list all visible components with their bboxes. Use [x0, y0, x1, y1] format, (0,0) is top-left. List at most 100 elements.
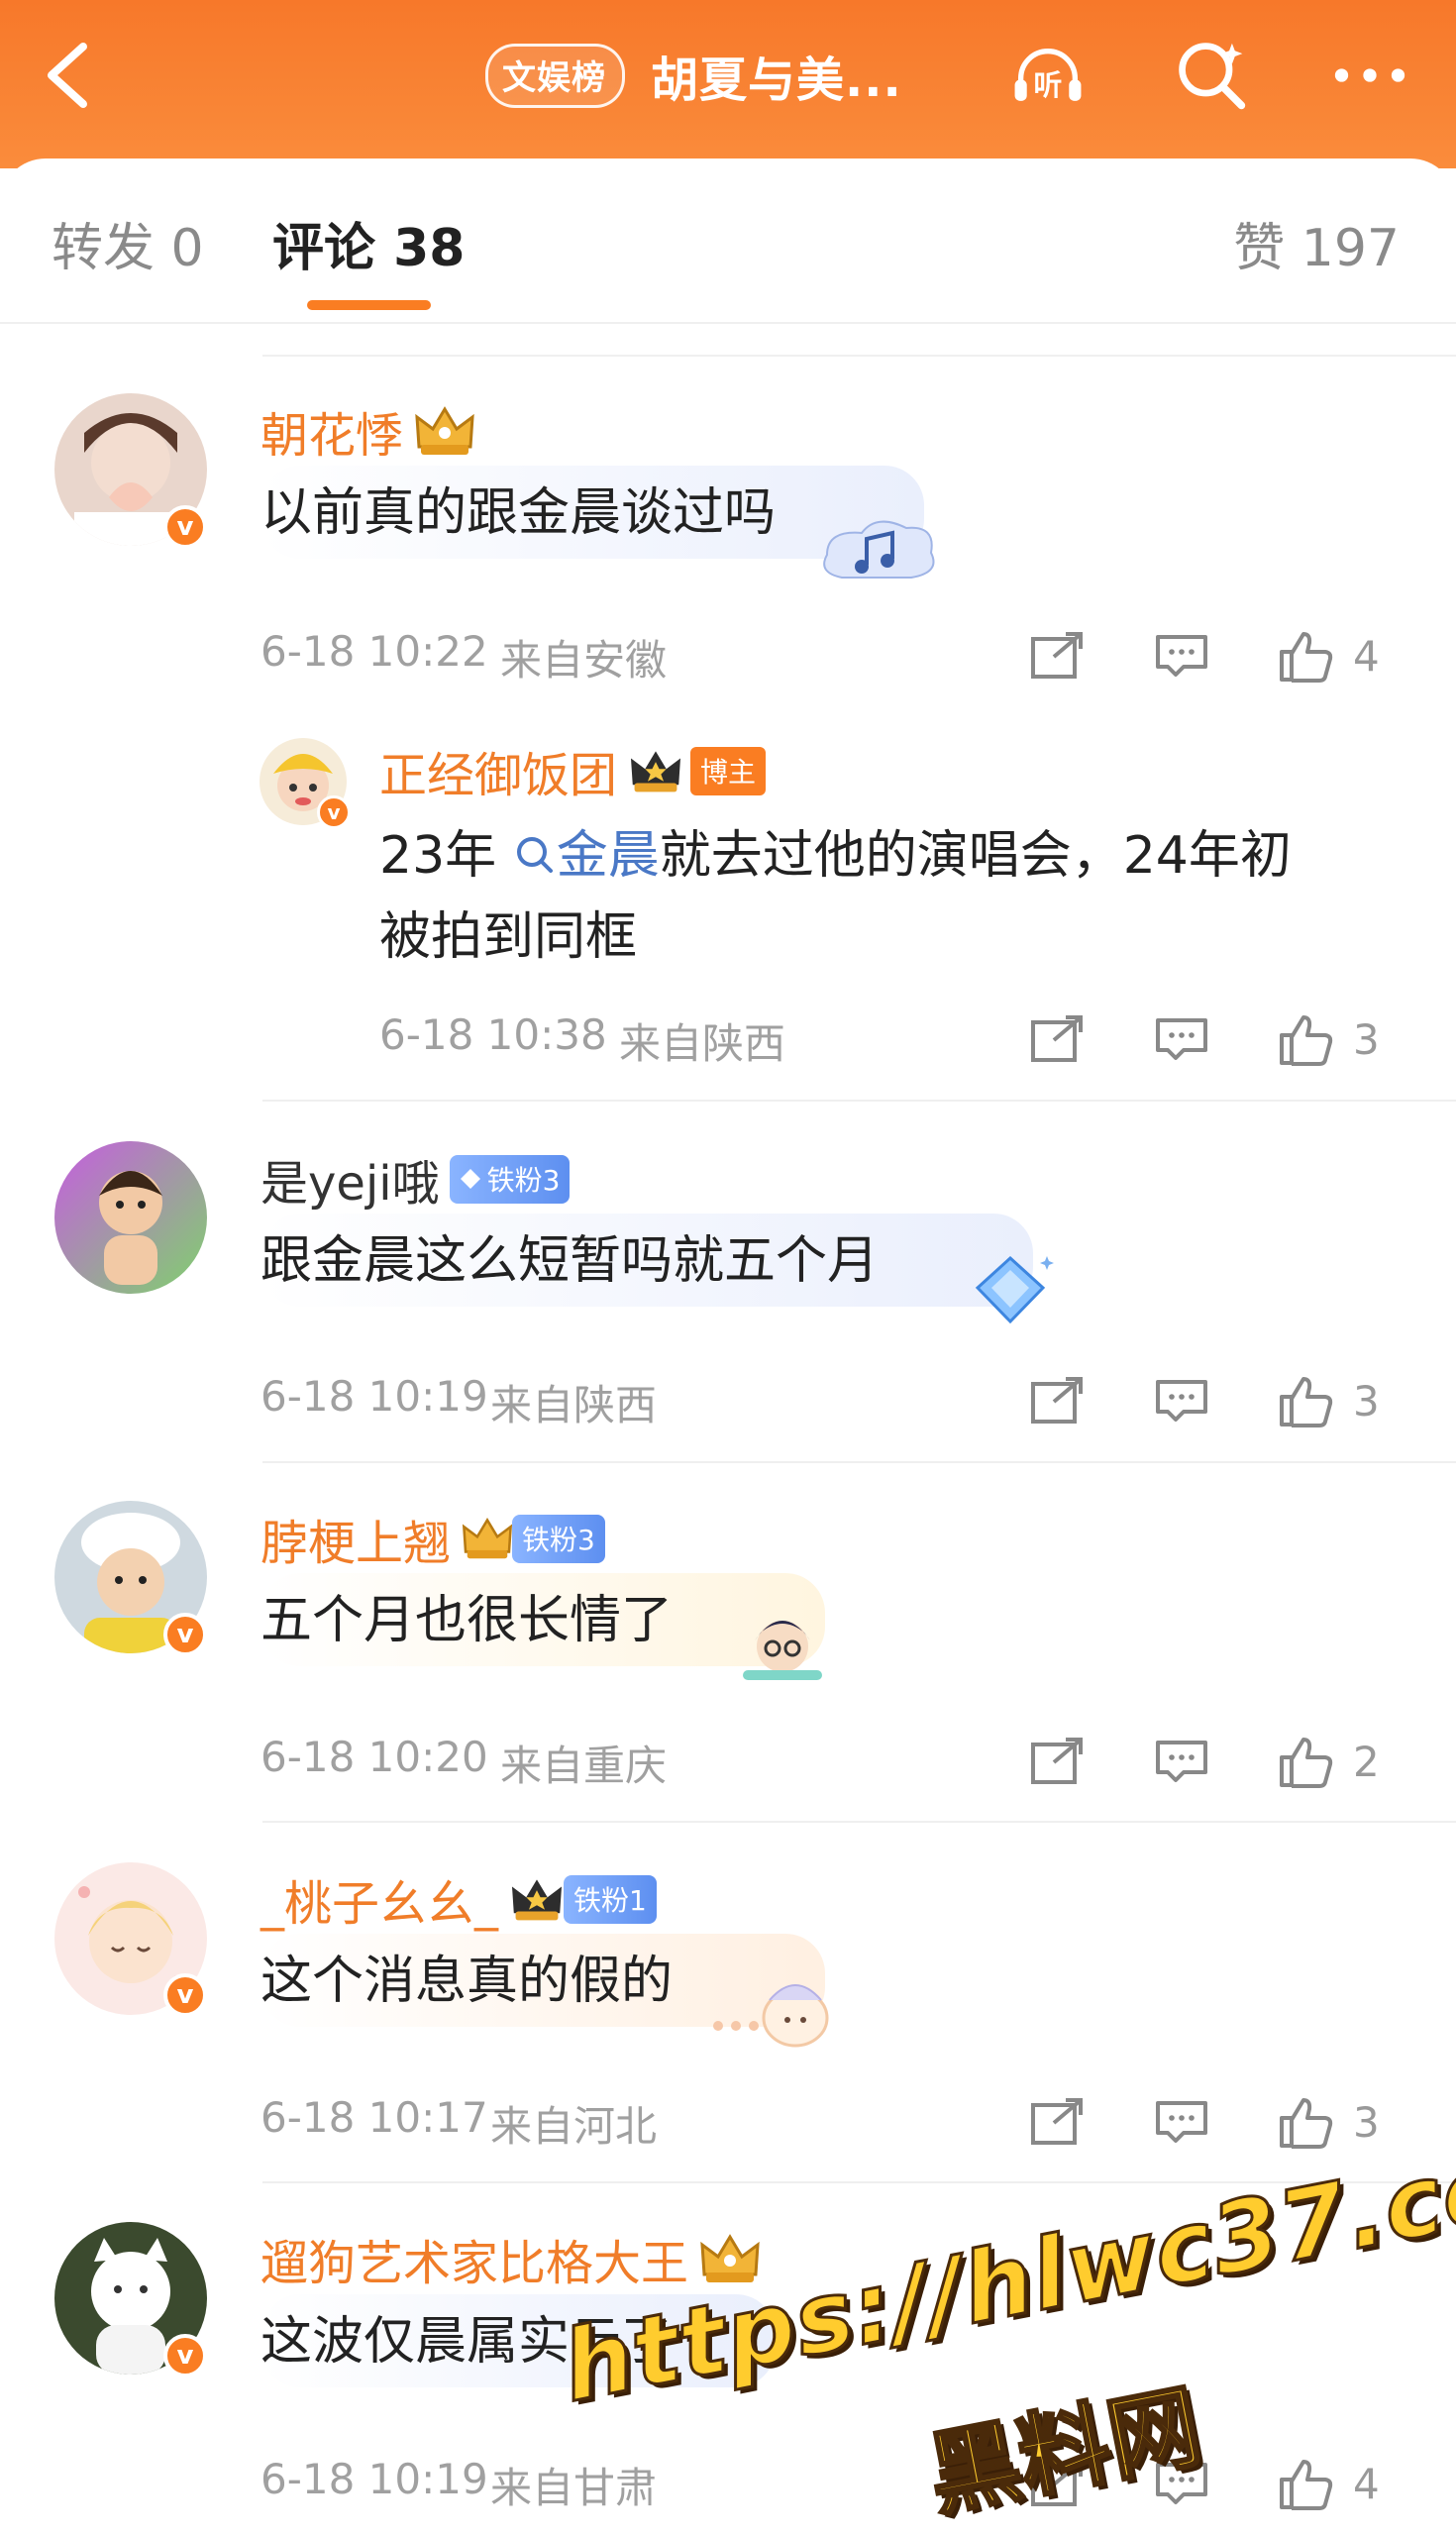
- tab-like[interactable]: 赞 197: [1233, 206, 1400, 280]
- music-note-sticker: [823, 520, 935, 579]
- comment-icon[interactable]: [1154, 1009, 1209, 1069]
- reply-text-part: 23年: [379, 826, 497, 886]
- comment-icon[interactable]: [1154, 626, 1209, 686]
- reply-location: 来自陕西: [619, 1019, 786, 1068]
- author-badge: 博主: [690, 746, 767, 795]
- back-arrow-icon[interactable]: [30, 38, 105, 113]
- like-button[interactable]: 3: [1278, 1009, 1380, 1069]
- diamond-sticker: [975, 1255, 1054, 1324]
- name-row: 脖梗上翘 铁粉3: [260, 1504, 605, 1573]
- like-button[interactable]: 3: [1278, 2092, 1380, 2152]
- listen-icon[interactable]: 听: [1010, 38, 1086, 113]
- reply-text-part: 就去过他的演唱会，24年初: [659, 826, 1292, 886]
- username[interactable]: 脖梗上翘: [260, 1504, 451, 1573]
- like-count: 3: [1353, 1376, 1380, 1426]
- reply-text-line2: 被拍到同框: [379, 907, 638, 967]
- username[interactable]: 是yeji哦: [260, 1144, 440, 1214]
- reply-actions: 3: [1030, 1009, 1456, 1069]
- like-icon: [1280, 1015, 1333, 1066]
- topic-link[interactable]: 金晨: [513, 826, 660, 886]
- fan-badge: 铁粉3: [449, 1154, 571, 1204]
- diamond-icon: [460, 1168, 480, 1189]
- comment-location: 来自陕西: [490, 1381, 658, 1429]
- verified-icon: v: [163, 505, 207, 549]
- share-icon[interactable]: [1030, 1732, 1086, 1791]
- top-bar: 文娱榜 胡夏与美... 听: [0, 0, 1456, 168]
- comment-time: 6-18 10:22: [260, 627, 488, 676]
- username[interactable]: 朝花悸: [260, 396, 403, 466]
- comment-actions: 4: [1030, 626, 1456, 686]
- verified-icon: v: [163, 2334, 207, 2378]
- share-icon[interactable]: [1030, 626, 1086, 686]
- comment-icon[interactable]: [1154, 1371, 1209, 1430]
- comment-location: 来自河北: [490, 2102, 658, 2151]
- comment-time: 6-18 10:19: [260, 2455, 488, 2503]
- page-title: 胡夏与美...: [651, 53, 902, 108]
- like-count: 4: [1353, 631, 1380, 681]
- like-icon: [1280, 1377, 1333, 1427]
- like-count: 3: [1353, 1014, 1380, 1064]
- name-row: 遛狗艺术家比格大王: [260, 2224, 762, 2293]
- name-row: 是yeji哦 铁粉3: [260, 1144, 571, 1214]
- reply-text: 23年 金晨就去过他的演唱会，24年初: [379, 814, 1292, 898]
- divider: [262, 1461, 1456, 1463]
- search-icon[interactable]: [1174, 38, 1249, 113]
- divider: [262, 355, 1456, 357]
- share-icon[interactable]: [1030, 1009, 1086, 1069]
- like-icon: [1280, 1738, 1333, 1788]
- fan-badge-label: 铁粉1: [573, 1883, 647, 1917]
- more-icon[interactable]: [1332, 38, 1407, 113]
- cute-sticker: [713, 1984, 829, 2048]
- share-icon[interactable]: [1030, 2092, 1086, 2152]
- like-count: 2: [1353, 1737, 1380, 1786]
- reply-username[interactable]: 正经御饭团: [379, 736, 617, 805]
- verified-icon: v: [317, 795, 351, 829]
- tab-comment[interactable]: 评论 38: [272, 206, 465, 280]
- comment-time: 6-18 10:19: [260, 1372, 488, 1421]
- comment-text: 这个消息真的假的: [260, 1952, 674, 2011]
- verified-icon: v: [163, 1973, 207, 2017]
- comment-time: 6-18 10:17: [260, 2093, 488, 2142]
- comment-icon[interactable]: [1154, 2092, 1209, 2152]
- search-icon: [516, 837, 553, 873]
- comment-actions: 2: [1030, 1732, 1456, 1791]
- share-icon[interactable]: [1030, 1371, 1086, 1430]
- comment-text: 五个月也很长情了: [260, 1591, 674, 1650]
- avatar[interactable]: [54, 1141, 207, 1294]
- comment-location: 来自甘肃: [490, 2464, 658, 2512]
- comment-location: 来自重庆: [500, 1742, 668, 1790]
- comment-text: 跟金晨这么短暂吗就五个月: [260, 1231, 880, 1291]
- like-button[interactable]: 4: [1278, 626, 1380, 686]
- name-row: 朝花悸: [260, 396, 476, 466]
- comment-actions: 3: [1030, 1371, 1456, 1430]
- verified-icon: v: [163, 1613, 207, 1656]
- crown-icon: [415, 406, 474, 455]
- username[interactable]: _桃子幺幺_: [260, 1864, 498, 1934]
- comment-time: 6-18 10:20: [260, 1733, 488, 1781]
- tab-repost[interactable]: 转发 0: [52, 206, 204, 280]
- tab-bar: 转发 0 评论 38 赞 197: [0, 158, 1456, 324]
- like-icon: [1280, 632, 1333, 683]
- username[interactable]: 遛狗艺术家比格大王: [260, 2224, 688, 2293]
- cartoon-sticker: [743, 1621, 822, 1680]
- fan-badge: 铁粉3: [512, 1514, 605, 1563]
- fan-badge: 铁粉1: [564, 1874, 657, 1924]
- like-button[interactable]: 2: [1278, 1732, 1380, 1791]
- reply-name-row: 正经御饭团 博主: [379, 736, 767, 805]
- crown-icon: [631, 751, 681, 792]
- comment-location: 来自安徽: [500, 636, 668, 685]
- comment-actions: 3: [1030, 2092, 1456, 2152]
- topic-link-text: 金晨: [556, 826, 660, 886]
- like-button[interactable]: 3: [1278, 1371, 1380, 1430]
- title-group: 文娱榜 胡夏与美...: [485, 38, 902, 113]
- like-button[interactable]: 4: [1278, 2454, 1380, 2513]
- crown-icon: [512, 1879, 563, 1921]
- like-count: 3: [1353, 2097, 1380, 2147]
- crown-icon: [462, 1517, 513, 1559]
- divider: [262, 1821, 1456, 1823]
- like-icon: [1280, 2460, 1333, 2510]
- comment-icon[interactable]: [1154, 1732, 1209, 1791]
- fan-badge-label: 铁粉3: [486, 1163, 561, 1197]
- rank-badge[interactable]: 文娱榜: [485, 43, 625, 108]
- like-count: 4: [1353, 2459, 1380, 2508]
